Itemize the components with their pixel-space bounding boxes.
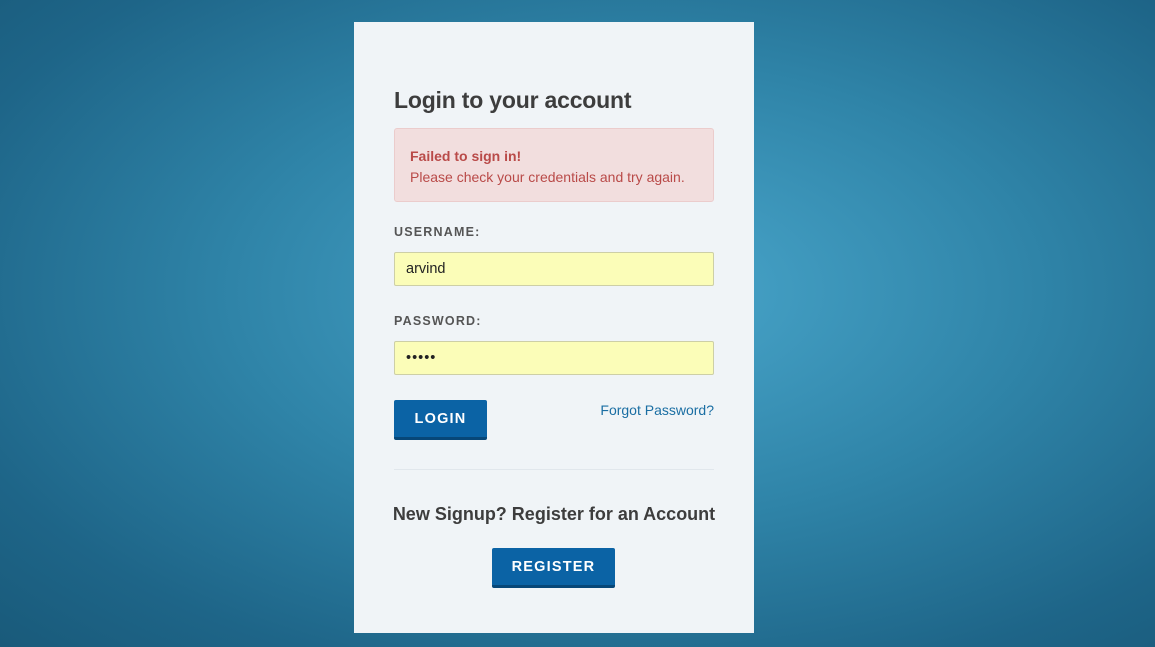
alert-title: Failed to sign in! [410, 148, 522, 164]
password-label: PASSWORD: [394, 314, 482, 328]
username-label: USERNAME: [394, 225, 481, 239]
alert-message: Please check your credentials and try ag… [410, 169, 685, 185]
password-input[interactable] [394, 341, 714, 375]
divider [394, 469, 714, 470]
page-title: Login to your account [394, 87, 632, 113]
username-input[interactable] [394, 252, 714, 286]
login-button[interactable]: LOGIN [394, 400, 487, 440]
login-card: Login to your account Failed to sign in!… [354, 22, 754, 633]
error-alert: Failed to sign in! Please check your cre… [394, 128, 714, 202]
forgot-password-link[interactable]: Forgot Password? [600, 402, 714, 418]
register-button[interactable]: REGISTER [492, 548, 615, 588]
signup-heading: New Signup? Register for an Account [392, 504, 716, 524]
